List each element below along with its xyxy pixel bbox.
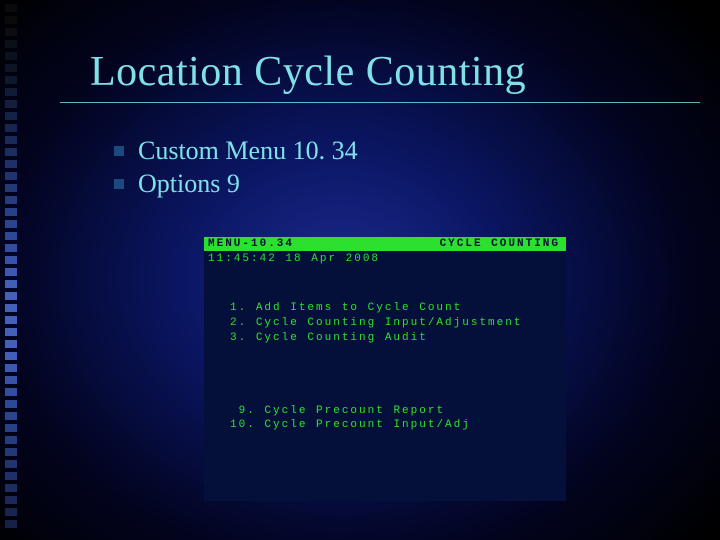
terminal-timestamp: 11:45:42 18 Apr 2008 [204, 251, 566, 267]
terminal-menu-line: 1. Add Items to Cycle Count [230, 301, 566, 316]
terminal-body: 1. Add Items to Cycle Count 2. Cycle Cou… [204, 267, 566, 433]
terminal-menu-line: 2. Cycle Counting Input/Adjustment [230, 316, 566, 331]
slide-content: Location Cycle Counting Custom Menu 10. … [0, 0, 720, 540]
bullet-item: Custom Menu 10. 34 [114, 135, 660, 168]
terminal-header: MENU-10.34 CYCLE COUNTING [204, 237, 566, 251]
terminal-gap [230, 346, 566, 404]
terminal-menu-line: 9. Cycle Precount Report [230, 404, 566, 419]
terminal-menu-line: 10. Cycle Precount Input/Adj [230, 418, 566, 433]
title-divider [60, 102, 700, 103]
slide-title: Location Cycle Counting [90, 48, 660, 96]
bullet-list: Custom Menu 10. 34 Options 9 [114, 135, 660, 200]
terminal-screen-title: CYCLE COUNTING [440, 238, 560, 250]
bullet-item: Options 9 [114, 168, 660, 201]
terminal-screenshot: MENU-10.34 CYCLE COUNTING 11:45:42 18 Ap… [204, 237, 566, 501]
terminal-menu-line: 3. Cycle Counting Audit [230, 331, 566, 346]
terminal-menu-id: MENU-10.34 [208, 238, 294, 250]
